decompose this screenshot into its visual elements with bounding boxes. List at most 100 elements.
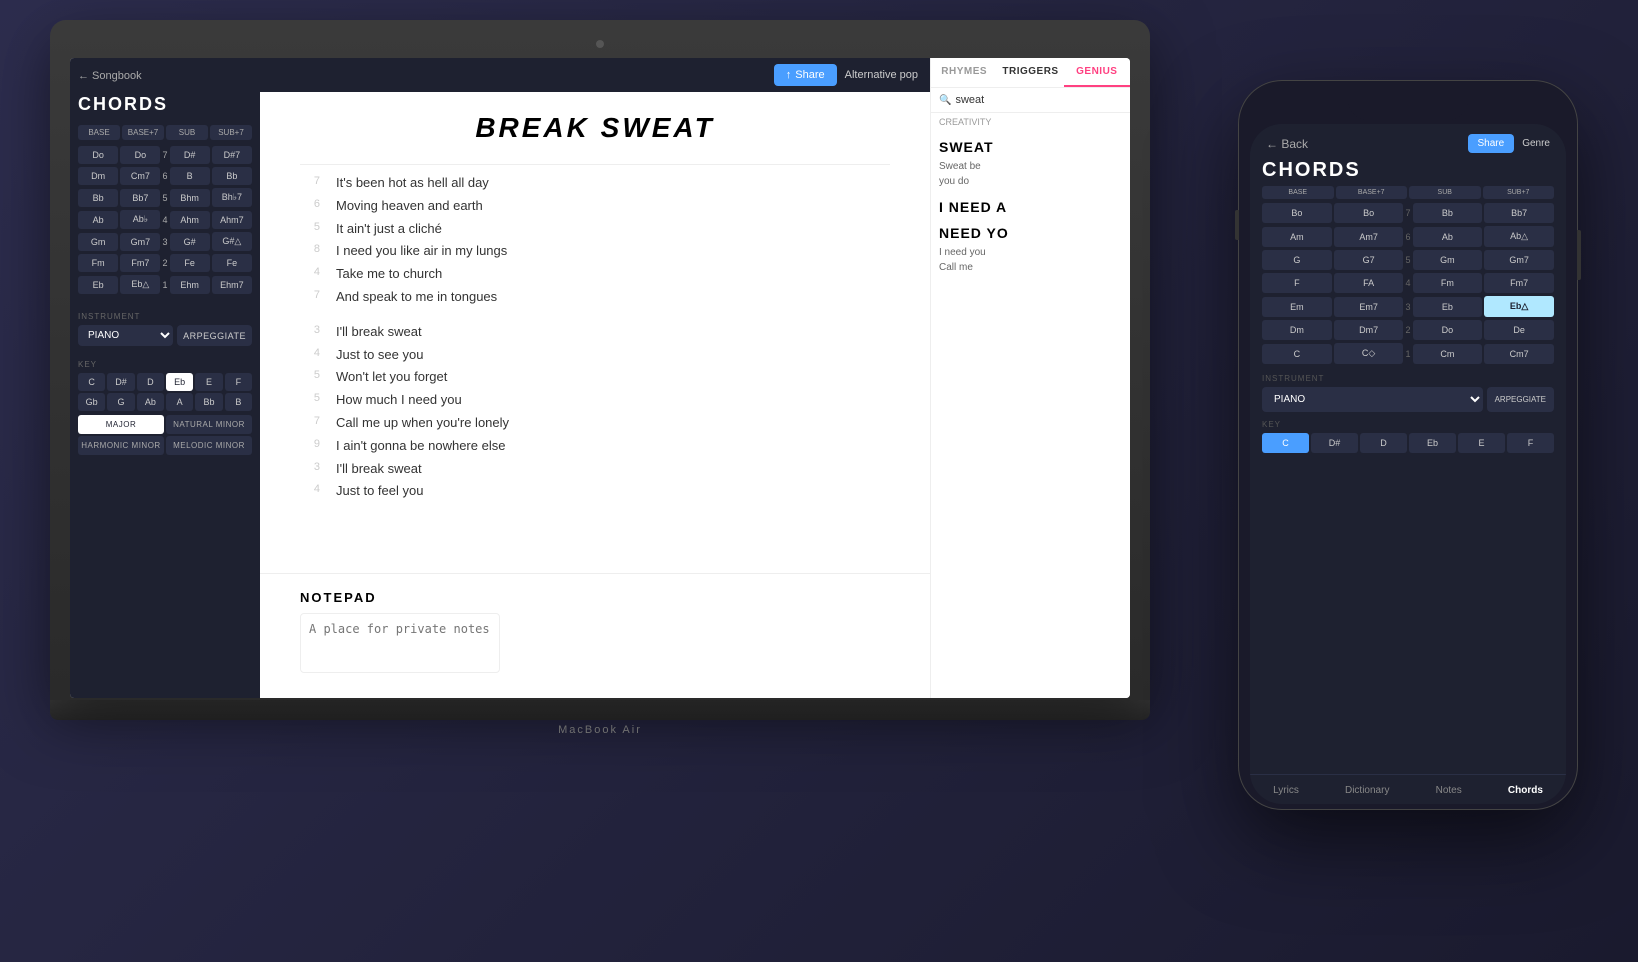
iphone-chord-btn[interactable]: Bo bbox=[1334, 203, 1404, 223]
iphone-chord-btn-highlighted[interactable]: Eb△ bbox=[1484, 296, 1554, 317]
iphone-chord-btn[interactable]: Em7 bbox=[1334, 297, 1404, 317]
key-c[interactable]: C bbox=[78, 373, 105, 391]
chord-btn[interactable]: D#7 bbox=[212, 146, 252, 164]
chord-btn[interactable]: B bbox=[170, 167, 210, 185]
iphone-chord-btn[interactable]: Cm bbox=[1413, 344, 1483, 364]
chord-tab-sub7[interactable]: SUB+7 bbox=[210, 125, 252, 140]
instrument-select[interactable]: PIANO bbox=[78, 325, 173, 346]
iphone-instrument-select[interactable]: PIANO bbox=[1262, 387, 1483, 412]
key-bb[interactable]: Bb bbox=[195, 393, 222, 411]
chord-btn[interactable]: Bb7 bbox=[120, 189, 160, 207]
iphone-chord-btn[interactable]: Fm bbox=[1413, 273, 1483, 293]
iphone-chord-btn[interactable]: Bb bbox=[1413, 203, 1483, 223]
iphone-chord-btn[interactable]: De bbox=[1484, 320, 1554, 340]
iphone-chord-btn[interactable]: Do bbox=[1413, 320, 1483, 340]
key-a[interactable]: A bbox=[166, 393, 193, 411]
iphone-chord-btn[interactable]: G7 bbox=[1334, 250, 1404, 270]
iphone-chord-btn[interactable]: Am7 bbox=[1334, 227, 1404, 247]
tab-genius[interactable]: GENIUS bbox=[1064, 58, 1130, 87]
iphone-key-c[interactable]: C bbox=[1262, 433, 1309, 453]
notepad-input[interactable] bbox=[300, 613, 500, 673]
chord-btn[interactable]: D# bbox=[170, 146, 210, 164]
chord-tab-sub[interactable]: SUB bbox=[166, 125, 208, 140]
chord-btn[interactable]: Ehm bbox=[170, 276, 210, 294]
chord-tab-base7[interactable]: BASE+7 bbox=[122, 125, 164, 140]
iphone-arpeggiate-button[interactable]: ARPEGGIATE bbox=[1487, 387, 1554, 412]
chord-btn[interactable]: Do bbox=[120, 146, 160, 164]
chord-btn[interactable]: Cm7 bbox=[120, 167, 160, 185]
search-input[interactable] bbox=[955, 94, 1122, 106]
iphone-chord-btn[interactable]: C◇ bbox=[1334, 343, 1404, 364]
chord-btn[interactable]: Ahm bbox=[170, 211, 210, 229]
iphone-chord-btn[interactable]: Fm7 bbox=[1484, 273, 1554, 293]
share-button[interactable]: ↑ Share bbox=[774, 64, 837, 86]
iphone-key-e[interactable]: E bbox=[1458, 433, 1505, 453]
arpeggiate-button[interactable]: ARPEGGIATE bbox=[177, 325, 252, 346]
key-b[interactable]: B bbox=[225, 393, 252, 411]
key-d[interactable]: D bbox=[137, 373, 164, 391]
key-e[interactable]: E bbox=[195, 373, 222, 391]
iphone-key-eb[interactable]: Eb bbox=[1409, 433, 1456, 453]
chord-btn[interactable]: Bh♭7 bbox=[212, 188, 252, 207]
key-gb[interactable]: Gb bbox=[78, 393, 105, 411]
iphone-key-d-sharp[interactable]: D# bbox=[1311, 433, 1358, 453]
chord-btn[interactable]: Ehm7 bbox=[212, 276, 252, 294]
chord-btn[interactable]: Eb bbox=[78, 276, 118, 294]
scale-melodic-minor[interactable]: MELODIC MINOR bbox=[166, 436, 252, 455]
iphone-chord-btn[interactable]: G bbox=[1262, 250, 1332, 270]
iphone-chord-btn[interactable]: Ab bbox=[1413, 227, 1483, 247]
key-ab[interactable]: Ab bbox=[137, 393, 164, 411]
iphone-chord-btn[interactable]: Cm7 bbox=[1484, 344, 1554, 364]
chord-btn[interactable]: Fe bbox=[170, 254, 210, 272]
chord-btn[interactable]: Bb bbox=[78, 189, 118, 207]
iphone-chord-btn[interactable]: Gm7 bbox=[1484, 250, 1554, 270]
chord-btn[interactable]: Gm7 bbox=[120, 233, 160, 251]
iphone-key-f[interactable]: F bbox=[1507, 433, 1554, 453]
chord-btn[interactable]: Fm7 bbox=[120, 254, 160, 272]
chord-btn[interactable]: Bhm bbox=[170, 189, 210, 207]
key-f[interactable]: F bbox=[225, 373, 252, 391]
iphone-share-button[interactable]: Share bbox=[1468, 134, 1515, 153]
chord-btn[interactable]: Ab bbox=[78, 211, 118, 229]
iphone-chord-btn[interactable]: F bbox=[1262, 273, 1332, 293]
iphone-chord-btn[interactable]: Gm bbox=[1413, 250, 1483, 270]
iphone-chord-btn[interactable]: FA bbox=[1334, 273, 1404, 293]
scale-harmonic-minor[interactable]: HARMONIC MINOR bbox=[78, 436, 164, 455]
chord-btn[interactable]: Bb bbox=[212, 167, 252, 185]
iphone-chord-tab-base[interactable]: BASE bbox=[1262, 186, 1334, 199]
chord-btn[interactable]: Gm bbox=[78, 233, 118, 251]
tab-triggers[interactable]: TRIGGERS bbox=[997, 58, 1063, 87]
iphone-chord-btn[interactable]: Eb bbox=[1413, 297, 1483, 317]
iphone-chord-btn[interactable]: Bb7 bbox=[1484, 203, 1554, 223]
chord-btn[interactable]: Fm bbox=[78, 254, 118, 272]
iphone-chord-tab-base7[interactable]: BASE+7 bbox=[1336, 186, 1408, 199]
iphone-chord-tab-sub[interactable]: SUB bbox=[1409, 186, 1481, 199]
iphone-nav-notes[interactable]: Notes bbox=[1436, 785, 1462, 796]
chord-btn[interactable]: Do bbox=[78, 146, 118, 164]
chord-btn[interactable]: Eb△ bbox=[120, 275, 160, 294]
iphone-chord-btn[interactable]: Dm bbox=[1262, 320, 1332, 340]
chord-btn[interactable]: Ahm7 bbox=[212, 211, 252, 229]
iphone-chord-btn[interactable]: Bo bbox=[1262, 203, 1332, 223]
iphone-back-button[interactable]: ← Back bbox=[1266, 137, 1308, 151]
iphone-nav-dictionary[interactable]: Dictionary bbox=[1345, 785, 1389, 796]
key-eb[interactable]: Eb bbox=[166, 373, 193, 391]
chord-tab-base[interactable]: BASE bbox=[78, 125, 120, 140]
iphone-chord-btn[interactable]: Ab△ bbox=[1484, 226, 1554, 247]
back-button[interactable]: ← Songbook bbox=[78, 70, 252, 82]
scale-natural-minor[interactable]: NATURAL MINOR bbox=[166, 415, 252, 434]
chord-btn[interactable]: G#△ bbox=[212, 232, 252, 251]
key-d-sharp[interactable]: D# bbox=[107, 373, 134, 391]
chord-btn[interactable]: G# bbox=[170, 233, 210, 251]
chord-btn[interactable]: Ab♭ bbox=[120, 210, 160, 229]
iphone-chord-btn[interactable]: Em bbox=[1262, 297, 1332, 317]
iphone-chord-tab-sub7[interactable]: SUB+7 bbox=[1483, 186, 1555, 199]
chord-btn[interactable]: Dm bbox=[78, 167, 118, 185]
iphone-key-d[interactable]: D bbox=[1360, 433, 1407, 453]
scale-major[interactable]: MAJOR bbox=[78, 415, 164, 434]
tab-rhymes[interactable]: RHYMES bbox=[931, 58, 997, 87]
iphone-nav-chords[interactable]: Chords bbox=[1508, 785, 1543, 796]
iphone-nav-lyrics[interactable]: Lyrics bbox=[1273, 785, 1299, 796]
chord-btn[interactable]: Fe bbox=[212, 254, 252, 272]
iphone-chord-btn[interactable]: Dm7 bbox=[1334, 320, 1404, 340]
